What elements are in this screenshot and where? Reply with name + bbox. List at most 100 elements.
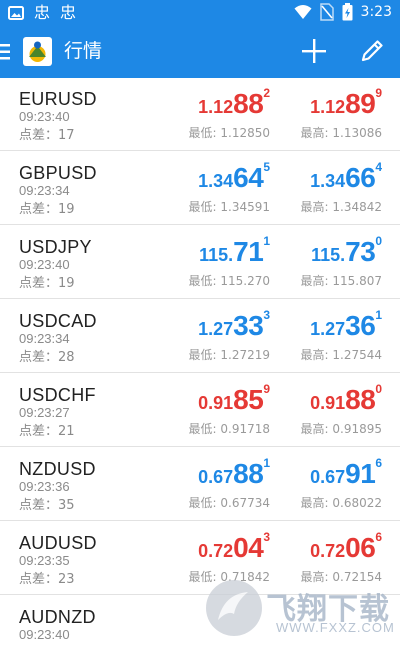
- spread-label: 点差：: [19, 572, 59, 587]
- spread-label: 点差：: [19, 350, 59, 365]
- ask-price-prefix: 0.67: [310, 467, 346, 487]
- ask-price-fraction: 0: [375, 234, 382, 248]
- ask-price: 0.91880: [310, 382, 382, 416]
- ask-price: 115.730: [311, 234, 382, 268]
- bid-price-pips: 85: [233, 384, 264, 415]
- ask-price-fraction: 1: [375, 308, 382, 322]
- spread-value: 19: [58, 202, 75, 217]
- symbol-name: USDJPY: [19, 237, 92, 257]
- bid-price-fraction: 1: [263, 456, 270, 470]
- quote-time: 09:23:40: [19, 627, 70, 642]
- high-price: 最高: 0.68022: [300, 496, 382, 510]
- symbol-name: AUDNZD: [19, 607, 96, 627]
- high-price: 最高: 115.807: [300, 274, 382, 288]
- bid-price: 0.91859: [198, 382, 270, 416]
- ask-price-prefix: 0.91: [310, 393, 346, 413]
- quote-time: 09:23:27: [19, 405, 70, 420]
- status-time: 3:23: [360, 4, 392, 20]
- quotes-list: EURUSD 09:23:40 点差：17 1.12882 1.12899 最低…: [0, 78, 400, 668]
- quote-time: 09:23:40: [19, 257, 70, 272]
- bid-price-prefix: 0.72: [198, 541, 234, 561]
- quote-row-gbpusd[interactable]: GBPUSD 09:23:34 点差：19 1.34645 1.34664 最低…: [0, 152, 400, 225]
- ask-price-pips: 66: [345, 162, 376, 193]
- ask-price-prefix: 1.12: [310, 97, 346, 117]
- ask-price-pips: 89: [345, 88, 376, 119]
- battery-icon: [342, 3, 353, 21]
- low-price: 最低: 1.34591: [188, 200, 270, 214]
- ask-price-fraction: 6: [375, 530, 382, 544]
- quote-time: 09:23:36: [19, 479, 70, 494]
- spread-label: 点差：: [19, 202, 59, 217]
- quote-time: 09:23:35: [19, 553, 70, 568]
- status-left: 忠 忠: [8, 4, 76, 22]
- symbol-name: USDCHF: [19, 385, 96, 405]
- ask-price-pips: 73: [345, 236, 376, 267]
- spread: 点差：28: [19, 346, 75, 365]
- edit-icon[interactable]: [359, 38, 385, 64]
- spread-value: 35: [58, 498, 75, 513]
- app-logo[interactable]: [23, 37, 52, 66]
- ask-price: 1.27361: [310, 308, 382, 342]
- ask-price-pips: 91: [345, 458, 376, 489]
- low-price: 最低: 0.67734: [188, 496, 270, 510]
- bid-price: 1.27333: [198, 308, 270, 342]
- site-watermark: 飞翔下载 WWW.FXXZ.COM: [206, 580, 396, 640]
- spread: 点差：19: [19, 198, 75, 217]
- symbol-name: NZDUSD: [19, 459, 96, 479]
- menu-icon[interactable]: [0, 42, 12, 62]
- bid-price-pips: 33: [233, 310, 264, 341]
- ask-price-prefix: 115.: [311, 245, 346, 265]
- ask-price-pips: 36: [345, 310, 376, 341]
- wifi-icon: [294, 5, 312, 19]
- bid-price-pips: 88: [233, 88, 264, 119]
- bid-price-fraction: 1: [263, 234, 270, 248]
- watermark-url: WWW.FXXZ.COM: [276, 620, 395, 635]
- quote-time: 09:23:40: [19, 109, 70, 124]
- bid-price-fraction: 3: [263, 308, 270, 322]
- status-right: 3:23: [294, 3, 392, 21]
- spread-value: 17: [58, 128, 75, 143]
- ask-price-prefix: 1.34: [310, 171, 346, 191]
- symbol-name: EURUSD: [19, 89, 97, 109]
- bid-price-prefix: 1.34: [198, 171, 234, 191]
- quote-row-usdchf[interactable]: USDCHF 09:23:27 点差：21 0.91859 0.91880 最低…: [0, 374, 400, 447]
- bid-price: 1.34645: [198, 160, 270, 194]
- bid-price: 0.67881: [198, 456, 270, 490]
- quote-row-nzdusd[interactable]: NZDUSD 09:23:36 点差：35 0.67881 0.67916 最低…: [0, 448, 400, 521]
- spread-value: 23: [58, 572, 75, 587]
- bid-price-pips: 64: [233, 162, 264, 193]
- spread-label: 点差：: [19, 276, 59, 291]
- bid-price-fraction: 5: [263, 160, 270, 174]
- quote-row-usdcad[interactable]: USDCAD 09:23:34 点差：28 1.27333 1.27361 最低…: [0, 300, 400, 373]
- high-price: 最高: 0.91895: [300, 422, 382, 436]
- symbol-name: GBPUSD: [19, 163, 97, 183]
- bid-price-prefix: 115.: [199, 245, 234, 265]
- spread-value: 21: [58, 424, 75, 439]
- spread-value: 19: [58, 276, 75, 291]
- high-price: 最高: 1.13086: [300, 126, 382, 140]
- quote-row-eurusd[interactable]: EURUSD 09:23:40 点差：17 1.12882 1.12899 最低…: [0, 78, 400, 151]
- quote-row-usdjpy[interactable]: USDJPY 09:23:40 点差：19 115.711 115.730 最低…: [0, 226, 400, 299]
- bid-price-pips: 04: [233, 532, 264, 563]
- high-price: 最高: 1.34842: [300, 200, 382, 214]
- watermark-logo-icon: [206, 580, 262, 636]
- ask-price: 0.67916: [310, 456, 382, 490]
- bid-price-prefix: 0.67: [198, 467, 234, 487]
- notification-glyph-2: 忠: [60, 3, 77, 22]
- ask-price-fraction: 4: [375, 160, 382, 174]
- low-price: 最低: 1.27219: [188, 348, 270, 362]
- bid-price-fraction: 9: [263, 382, 270, 396]
- bid-price: 115.711: [199, 234, 270, 268]
- ask-price-fraction: 0: [375, 382, 382, 396]
- symbol-name: AUDUSD: [19, 533, 97, 553]
- bid-price-prefix: 1.12: [198, 97, 234, 117]
- ask-price-prefix: 1.27: [310, 319, 346, 339]
- bid-price-pips: 71: [233, 236, 264, 267]
- add-icon[interactable]: [301, 38, 327, 64]
- spread: 点差：19: [19, 272, 75, 291]
- ask-price-pips: 88: [345, 384, 376, 415]
- quote-time: 09:23:34: [19, 183, 70, 198]
- spread-label: 点差：: [19, 498, 59, 513]
- ask-price-fraction: 6: [375, 456, 382, 470]
- high-price: 最高: 1.27544: [300, 348, 382, 362]
